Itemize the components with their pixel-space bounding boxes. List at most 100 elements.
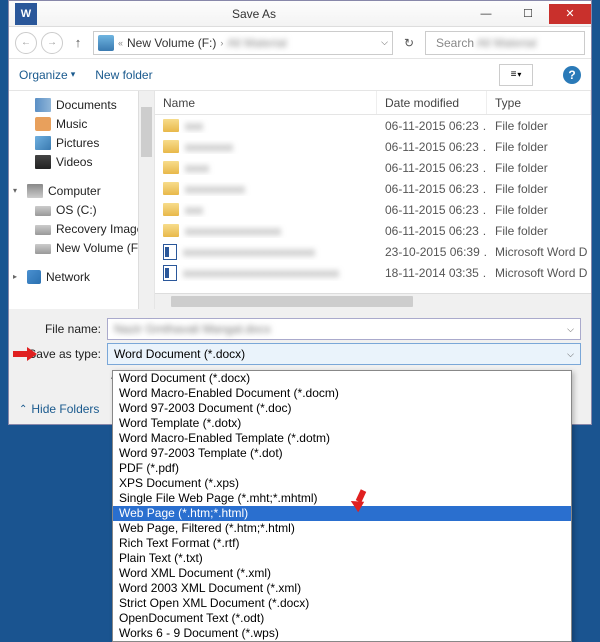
minimize-button[interactable]: — bbox=[465, 4, 507, 24]
refresh-button[interactable]: ↻ bbox=[397, 31, 421, 55]
file-row[interactable]: xxxxxxxxxxxxxxxxxxxxxx23-10-2015 06:39 …… bbox=[155, 241, 591, 262]
dropdown-item[interactable]: Word Template (*.dotx) bbox=[113, 416, 571, 431]
file-type: File folder bbox=[487, 161, 591, 175]
dropdown-item[interactable]: Word 97-2003 Template (*.dot) bbox=[113, 446, 571, 461]
file-name: xxx bbox=[185, 119, 203, 133]
saveastype-select[interactable]: Word Document (*.docx) ⌵ bbox=[107, 343, 581, 365]
nav-bar: ← → ↑ « New Volume (F:) › All Material ⌵… bbox=[9, 27, 591, 59]
forward-button[interactable]: → bbox=[41, 32, 63, 54]
close-button[interactable]: ✕ bbox=[549, 4, 591, 24]
file-name: xxxxxxxx bbox=[185, 140, 233, 154]
filename-input[interactable]: Nazir Gmthavali Mangal.docx ⌵ bbox=[107, 318, 581, 340]
dropdown-item[interactable]: Plain Text (*.txt) bbox=[113, 551, 571, 566]
expand-icon[interactable]: ▾ bbox=[13, 186, 17, 195]
scrollbar-thumb[interactable] bbox=[171, 296, 413, 307]
saveastype-dropdown[interactable]: Word Document (*.docx)Word Macro-Enabled… bbox=[112, 370, 572, 642]
dropdown-item[interactable]: Web Page, Filtered (*.htm;*.html) bbox=[113, 521, 571, 536]
dropdown-item[interactable]: PDF (*.pdf) bbox=[113, 461, 571, 476]
dropdown-item[interactable]: Word Document (*.docx) bbox=[113, 371, 571, 386]
saveastype-value: Word Document (*.docx) bbox=[114, 347, 245, 361]
chevron-down-icon[interactable]: ⌵ bbox=[567, 324, 574, 335]
file-date: 06-11-2015 06:23 … bbox=[377, 161, 487, 175]
videos-icon bbox=[35, 155, 51, 169]
dropdown-item[interactable]: XPS Document (*.xps) bbox=[113, 476, 571, 491]
main-area: Documents Music Pictures Videos ▾Compute… bbox=[9, 91, 591, 309]
red-arrow-annotation bbox=[13, 348, 39, 360]
search-input[interactable]: Search All Material bbox=[425, 31, 585, 55]
save-as-dialog: W Save As — ☐ ✕ ← → ↑ « New Volume (F:) … bbox=[8, 0, 592, 425]
maximize-button[interactable]: ☐ bbox=[507, 4, 549, 24]
dropdown-item[interactable]: Web Page (*.htm;*.html) bbox=[113, 506, 571, 521]
file-row[interactable]: xxx06-11-2015 06:23 …File folder bbox=[155, 115, 591, 136]
chevron-down-icon[interactable]: ⌵ bbox=[381, 37, 388, 48]
sidebar-item-drive-f[interactable]: New Volume (F:) bbox=[9, 238, 154, 257]
new-folder-button[interactable]: New folder bbox=[95, 68, 152, 82]
dropdown-item[interactable]: Works 6 - 9 Document (*.wps) bbox=[113, 626, 571, 641]
drive-icon bbox=[35, 244, 51, 254]
window-title: Save As bbox=[43, 7, 465, 21]
toolbar: Organize ▾ New folder ≡ ▾ ? bbox=[9, 59, 591, 91]
file-type: Microsoft Word D bbox=[487, 266, 591, 280]
file-name: xxxxxxxxxxxxxxxx bbox=[185, 224, 281, 238]
column-headers: Name Date modified Type bbox=[155, 91, 591, 115]
folder-icon bbox=[163, 119, 179, 132]
column-name[interactable]: Name bbox=[155, 91, 377, 114]
pictures-icon bbox=[35, 136, 51, 150]
sidebar: Documents Music Pictures Videos ▾Compute… bbox=[9, 91, 155, 309]
search-blur: All Material bbox=[477, 36, 536, 50]
drive-icon bbox=[98, 35, 114, 51]
column-type[interactable]: Type bbox=[487, 91, 591, 114]
dropdown-item[interactable]: Rich Text Format (*.rtf) bbox=[113, 536, 571, 551]
chevron-down-icon[interactable]: ⌵ bbox=[567, 349, 574, 360]
file-date: 18-11-2014 03:35 … bbox=[377, 266, 487, 280]
file-date: 06-11-2015 06:23 … bbox=[377, 203, 487, 217]
sidebar-item-recovery[interactable]: Recovery Image ( bbox=[9, 219, 154, 238]
dropdown-item[interactable]: Word Macro-Enabled Template (*.dotm) bbox=[113, 431, 571, 446]
file-row[interactable]: xxx06-11-2015 06:23 …File folder bbox=[155, 199, 591, 220]
file-row[interactable]: xxxxxxxxxxxxxxxxxxxxxxxxxx18-11-2014 03:… bbox=[155, 262, 591, 283]
computer-icon bbox=[27, 184, 43, 198]
file-name: xxxx bbox=[185, 161, 209, 175]
folder-icon bbox=[163, 182, 179, 195]
file-row[interactable]: xxxxxxxxxxxxxxxx06-11-2015 06:23 …File f… bbox=[155, 220, 591, 241]
file-rows: xxx06-11-2015 06:23 …File folderxxxxxxxx… bbox=[155, 115, 591, 283]
sidebar-scrollbar[interactable] bbox=[138, 91, 154, 309]
dropdown-item[interactable]: Single File Web Page (*.mht;*.mhtml) bbox=[113, 491, 571, 506]
organize-button[interactable]: Organize ▾ bbox=[19, 68, 75, 82]
breadcrumb-item[interactable]: New Volume (F:) bbox=[127, 36, 216, 50]
file-type: File folder bbox=[487, 140, 591, 154]
file-row[interactable]: xxxxxxxx06-11-2015 06:23 …File folder bbox=[155, 136, 591, 157]
view-options-button[interactable]: ≡ ▾ bbox=[499, 64, 533, 86]
sidebar-item-pictures[interactable]: Pictures bbox=[9, 133, 154, 152]
breadcrumb[interactable]: « New Volume (F:) › All Material ⌵ bbox=[93, 31, 393, 55]
dropdown-item[interactable]: Word Macro-Enabled Document (*.docm) bbox=[113, 386, 571, 401]
sidebar-item-documents[interactable]: Documents bbox=[9, 95, 154, 114]
dropdown-item[interactable]: Word 97-2003 Document (*.doc) bbox=[113, 401, 571, 416]
dropdown-item[interactable]: Word 2003 XML Document (*.xml) bbox=[113, 581, 571, 596]
horizontal-scrollbar[interactable] bbox=[155, 293, 591, 309]
back-button[interactable]: ← bbox=[15, 32, 37, 54]
file-row[interactable]: xxxxxxxxxx06-11-2015 06:23 …File folder bbox=[155, 178, 591, 199]
expand-icon[interactable]: ▸ bbox=[13, 272, 17, 281]
sidebar-item-network[interactable]: ▸Network bbox=[9, 267, 154, 286]
column-date[interactable]: Date modified bbox=[377, 91, 487, 114]
folder-icon bbox=[163, 224, 179, 237]
dropdown-item[interactable]: OpenDocument Text (*.odt) bbox=[113, 611, 571, 626]
sidebar-item-videos[interactable]: Videos bbox=[9, 152, 154, 171]
scrollbar-thumb[interactable] bbox=[141, 107, 152, 157]
up-button[interactable]: ↑ bbox=[67, 32, 89, 54]
breadcrumb-item[interactable]: All Material bbox=[227, 36, 286, 50]
sidebar-item-drive-c[interactable]: OS (C:) bbox=[9, 200, 154, 219]
sidebar-item-computer[interactable]: ▾Computer bbox=[9, 181, 154, 200]
file-row[interactable]: xxxx 06-11-2015 06:23 …File folder bbox=[155, 157, 591, 178]
help-button[interactable]: ? bbox=[563, 66, 581, 84]
chevron-right-icon: « bbox=[118, 38, 123, 48]
file-type: Microsoft Word D bbox=[487, 245, 591, 259]
dropdown-item[interactable]: Word XML Document (*.xml) bbox=[113, 566, 571, 581]
sidebar-item-music[interactable]: Music bbox=[9, 114, 154, 133]
drive-icon bbox=[35, 225, 51, 235]
dropdown-item[interactable]: Strict Open XML Document (*.docx) bbox=[113, 596, 571, 611]
filename-label: File name: bbox=[19, 322, 107, 336]
file-type: File folder bbox=[487, 182, 591, 196]
filename-value: Nazir Gmthavali Mangal.docx bbox=[114, 322, 271, 336]
